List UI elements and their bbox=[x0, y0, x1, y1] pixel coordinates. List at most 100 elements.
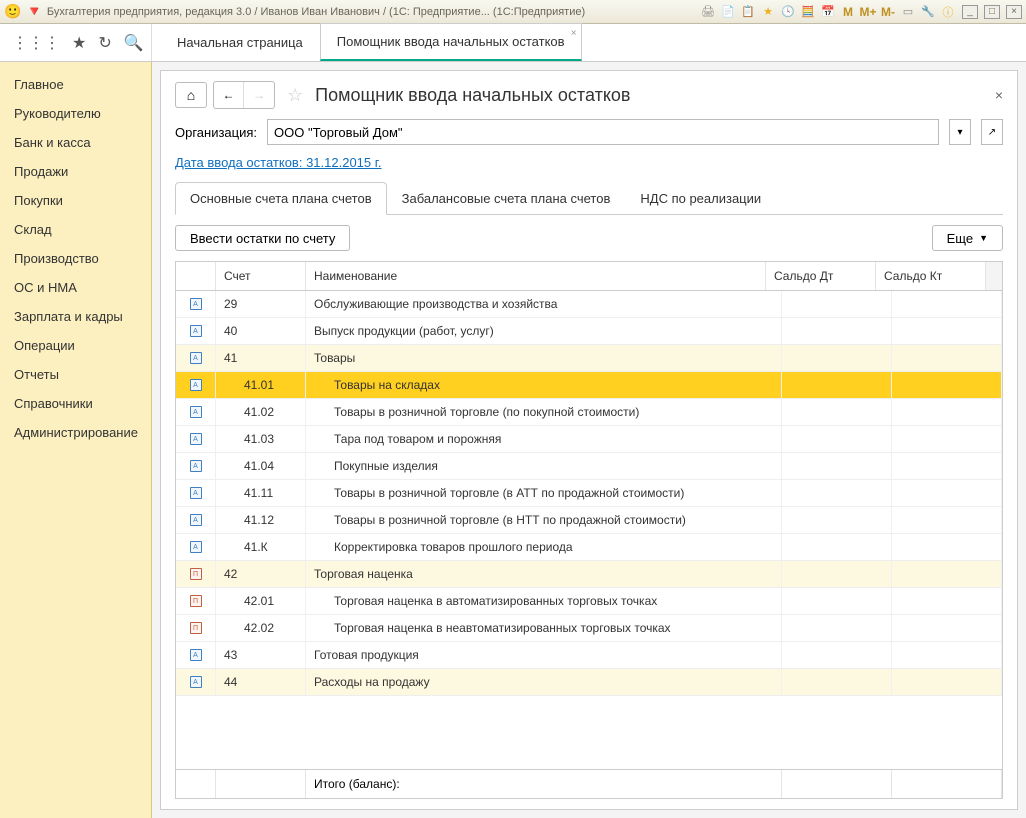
cell-kt bbox=[892, 534, 1002, 560]
sidebar-item-admin[interactable]: Администрирование bbox=[0, 418, 151, 447]
cell-dt bbox=[782, 669, 892, 695]
sidebar-item-operations[interactable]: Операции bbox=[0, 331, 151, 360]
cell-account: 42.02 bbox=[216, 615, 306, 641]
more-button[interactable]: Еще ▼ bbox=[932, 225, 1003, 251]
apps-icon[interactable]: ⋮⋮⋮ bbox=[12, 33, 60, 53]
table-row[interactable]: П42.01Торговая наценка в автоматизирован… bbox=[176, 588, 1002, 615]
sidebar-item-production[interactable]: Производство bbox=[0, 244, 151, 273]
org-open-button[interactable]: ↗ bbox=[981, 119, 1003, 145]
tab-assistant[interactable]: Помощник ввода начальных остатков × bbox=[320, 23, 582, 61]
sidebar-item-assets[interactable]: ОС и НМА bbox=[0, 273, 151, 302]
sidebar-item-refs[interactable]: Справочники bbox=[0, 389, 151, 418]
table-row[interactable]: А41.01Товары на складах bbox=[176, 372, 1002, 399]
table-row[interactable]: П42Торговая наценка bbox=[176, 561, 1002, 588]
table-row[interactable]: А41Товары bbox=[176, 345, 1002, 372]
mem-mminus[interactable]: M- bbox=[880, 4, 896, 20]
table-row[interactable]: А44Расходы на продажу bbox=[176, 669, 1002, 696]
subtab-offbalance[interactable]: Забалансовые счета плана счетов bbox=[387, 182, 626, 215]
enter-balances-button[interactable]: Ввести остатки по счету bbox=[175, 225, 350, 251]
table-row[interactable]: А41.03Тара под товаром и порожняя bbox=[176, 426, 1002, 453]
table-row[interactable]: А41.02Товары в розничной торговле (по по… bbox=[176, 399, 1002, 426]
cell-kt bbox=[892, 561, 1002, 587]
calendar-icon[interactable]: 📅 bbox=[820, 4, 836, 20]
forward-button[interactable]: → bbox=[244, 82, 274, 108]
mem-m[interactable]: M bbox=[840, 4, 856, 20]
table-row[interactable]: А43Готовая продукция bbox=[176, 642, 1002, 669]
col-saldo-dt[interactable]: Сальдо Дт bbox=[766, 262, 876, 290]
tab-close-icon[interactable]: × bbox=[571, 28, 577, 39]
org-label: Организация: bbox=[175, 125, 257, 140]
maximize-button[interactable]: □ bbox=[984, 5, 1000, 19]
sidebar-item-manager[interactable]: Руководителю bbox=[0, 99, 151, 128]
print-icon[interactable]: 🖨 bbox=[700, 4, 716, 20]
dropdown-icon[interactable]: 🔻 bbox=[25, 3, 42, 20]
cell-dt bbox=[782, 399, 892, 425]
sidebar-item-salary[interactable]: Зарплата и кадры bbox=[0, 302, 151, 331]
close-button[interactable]: × bbox=[1006, 5, 1022, 19]
account-type-icon: А bbox=[190, 352, 202, 364]
cell-name: Товары bbox=[306, 345, 782, 371]
star-toolbar-icon[interactable]: ★ bbox=[760, 4, 776, 20]
wrench-icon[interactable]: 🔧 bbox=[920, 4, 936, 20]
account-type-icon: А bbox=[190, 325, 202, 337]
col-name[interactable]: Наименование bbox=[306, 262, 766, 290]
table-row[interactable]: А41.11Товары в розничной торговле (в АТТ… bbox=[176, 480, 1002, 507]
clock-icon[interactable]: 🕓 bbox=[780, 4, 796, 20]
account-type-icon: А bbox=[190, 541, 202, 553]
cell-account: 44 bbox=[216, 669, 306, 695]
sidebar-item-purchases[interactable]: Покупки bbox=[0, 186, 151, 215]
mem-mplus[interactable]: M+ bbox=[860, 4, 876, 20]
clipboard-icon[interactable]: 📋 bbox=[740, 4, 756, 20]
cell-account: 43 bbox=[216, 642, 306, 668]
sidebar-item-bank[interactable]: Банк и касса bbox=[0, 128, 151, 157]
calc-icon[interactable]: 🧮 bbox=[800, 4, 816, 20]
account-type-icon: П bbox=[190, 568, 202, 580]
panel-title: Помощник ввода начальных остатков bbox=[315, 85, 630, 106]
cell-dt bbox=[782, 345, 892, 371]
cell-account: 41.03 bbox=[216, 426, 306, 452]
doc-icon[interactable]: 📄 bbox=[720, 4, 736, 20]
search-icon[interactable]: 🔍 bbox=[124, 33, 144, 53]
sidebar-item-main[interactable]: Главное bbox=[0, 70, 151, 99]
cell-kt bbox=[892, 345, 1002, 371]
table-row[interactable]: А41.12Товары в розничной торговле (в НТТ… bbox=[176, 507, 1002, 534]
cell-account: 41.11 bbox=[216, 480, 306, 506]
col-account[interactable]: Счет bbox=[216, 262, 306, 290]
favorite-icon[interactable]: ★ bbox=[72, 33, 86, 53]
cell-name: Корректировка товаров прошлого периода bbox=[306, 534, 782, 560]
table-row[interactable]: А40Выпуск продукции (работ, услуг) bbox=[176, 318, 1002, 345]
cell-dt bbox=[782, 507, 892, 533]
info-icon[interactable]: ⓘ bbox=[940, 4, 956, 20]
history-icon[interactable]: ↻ bbox=[98, 33, 111, 53]
cell-kt bbox=[892, 318, 1002, 344]
cell-dt bbox=[782, 318, 892, 344]
cell-dt bbox=[782, 426, 892, 452]
subtab-main[interactable]: Основные счета плана счетов bbox=[175, 182, 387, 215]
sidebar-item-warehouse[interactable]: Склад bbox=[0, 215, 151, 244]
minimize-button[interactable]: _ bbox=[962, 5, 978, 19]
sidebar-item-sales[interactable]: Продажи bbox=[0, 157, 151, 186]
cell-name: Обслуживающие производства и хозяйства bbox=[306, 291, 782, 317]
home-button[interactable]: ⌂ bbox=[175, 82, 207, 108]
table-row[interactable]: А41.04Покупные изделия bbox=[176, 453, 1002, 480]
table-row[interactable]: П42.02Торговая наценка в неавтоматизиров… bbox=[176, 615, 1002, 642]
cell-name: Товары в розничной торговле (в НТТ по пр… bbox=[306, 507, 782, 533]
star-outline-icon[interactable]: ☆ bbox=[287, 85, 303, 106]
cell-kt bbox=[892, 642, 1002, 668]
org-dropdown-button[interactable]: ▾ bbox=[949, 119, 971, 145]
cell-dt bbox=[782, 480, 892, 506]
panel-icon[interactable]: ▭ bbox=[900, 4, 916, 20]
panel-close-icon[interactable]: × bbox=[995, 87, 1003, 103]
sidebar-item-reports[interactable]: Отчеты bbox=[0, 360, 151, 389]
date-link[interactable]: Дата ввода остатков: 31.12.2015 г. bbox=[175, 155, 1003, 170]
col-saldo-kt[interactable]: Сальдо Кт bbox=[876, 262, 986, 290]
cell-dt bbox=[782, 561, 892, 587]
cell-account: 41.02 bbox=[216, 399, 306, 425]
tab-start[interactable]: Начальная страница bbox=[160, 24, 320, 61]
back-button[interactable]: ← bbox=[214, 82, 244, 108]
table-row[interactable]: А29Обслуживающие производства и хозяйств… bbox=[176, 291, 1002, 318]
org-input[interactable]: ООО "Торговый Дом" bbox=[267, 119, 939, 145]
subtab-vat[interactable]: НДС по реализации bbox=[625, 182, 776, 215]
table-row[interactable]: А41.ККорректировка товаров прошлого пери… bbox=[176, 534, 1002, 561]
cell-kt bbox=[892, 615, 1002, 641]
